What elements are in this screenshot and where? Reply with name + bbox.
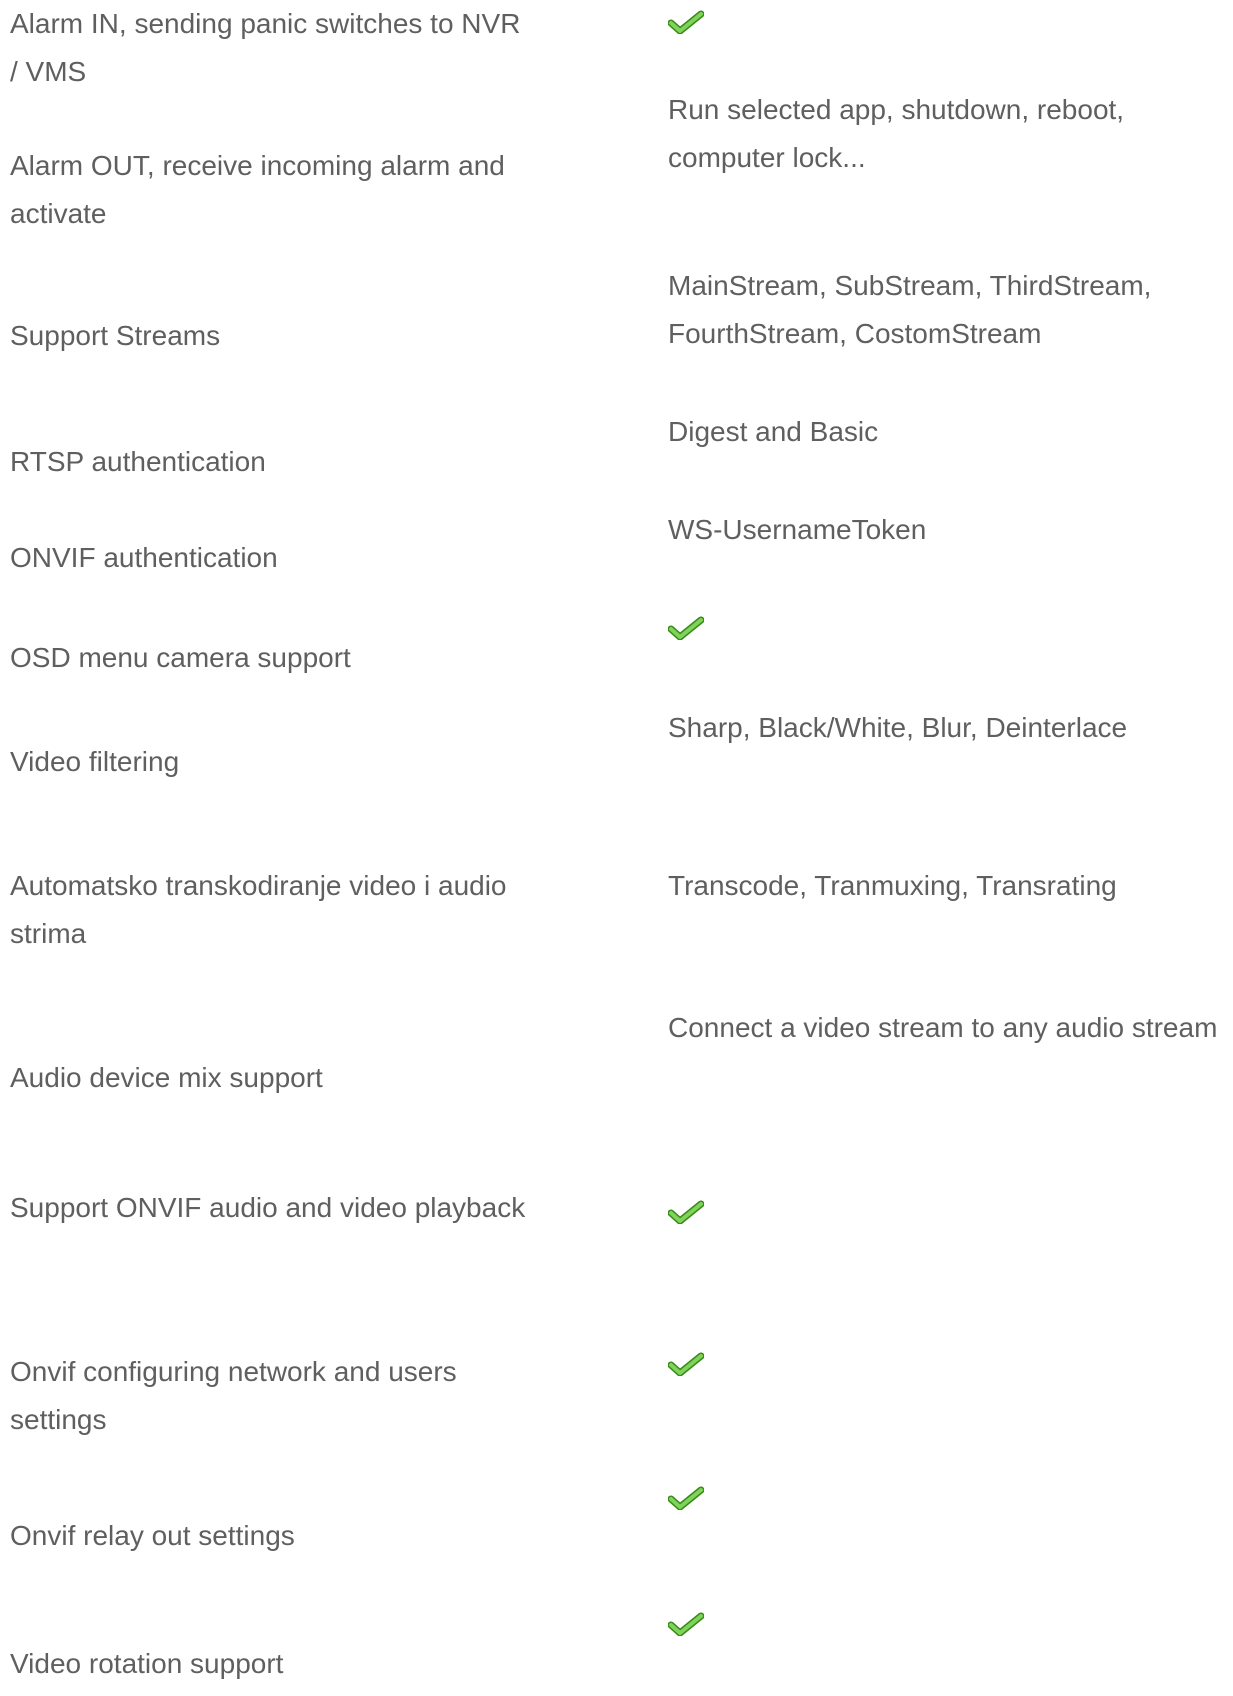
checkmark-icon bbox=[668, 10, 704, 34]
checkmark-icon bbox=[668, 1612, 704, 1636]
feature-value: Digest and Basic bbox=[668, 416, 879, 447]
feature-label: Support ONVIF audio and video playback bbox=[10, 1192, 526, 1223]
feature-label: OSD menu camera support bbox=[10, 642, 351, 673]
feature-label: ONVIF authentication bbox=[10, 542, 278, 573]
checkmark-icon bbox=[668, 616, 704, 640]
feature-value: Sharp, Black/White, Blur, Deinterlace bbox=[668, 712, 1128, 743]
feature-value: Transcode, Tranmuxing, Transrating bbox=[668, 870, 1117, 901]
checkmark-icon bbox=[668, 1352, 704, 1376]
feature-table: Alarm IN, sending panic switches to NVR … bbox=[0, 0, 1233, 1696]
feature-value: Run selected app, shutdown, reboot, comp… bbox=[668, 94, 1125, 173]
feature-value: Connect a video stream to any audio stre… bbox=[668, 1012, 1218, 1043]
checkmark-icon bbox=[668, 1486, 704, 1510]
feature-label: Video filtering bbox=[10, 746, 180, 777]
feature-label: Alarm OUT, receive incoming alarm and ac… bbox=[10, 150, 505, 229]
feature-label: RTSP authentication bbox=[10, 446, 266, 477]
feature-label: Audio device mix support bbox=[10, 1062, 323, 1093]
feature-label: Alarm IN, sending panic switches to NVR … bbox=[10, 8, 521, 87]
feature-label: Onvif configuring network and users sett… bbox=[10, 1356, 457, 1435]
feature-label: Support Streams bbox=[10, 320, 221, 351]
feature-label: Video rotation support bbox=[10, 1648, 284, 1679]
feature-value: WS-UsernameToken bbox=[668, 514, 927, 545]
feature-value: MainStream, SubStream, ThirdStream, Four… bbox=[668, 270, 1152, 349]
feature-label: Onvif relay out settings bbox=[10, 1520, 295, 1551]
feature-label: Automatsko transkodiranje video i audio … bbox=[10, 870, 507, 949]
checkmark-icon bbox=[668, 1200, 704, 1224]
